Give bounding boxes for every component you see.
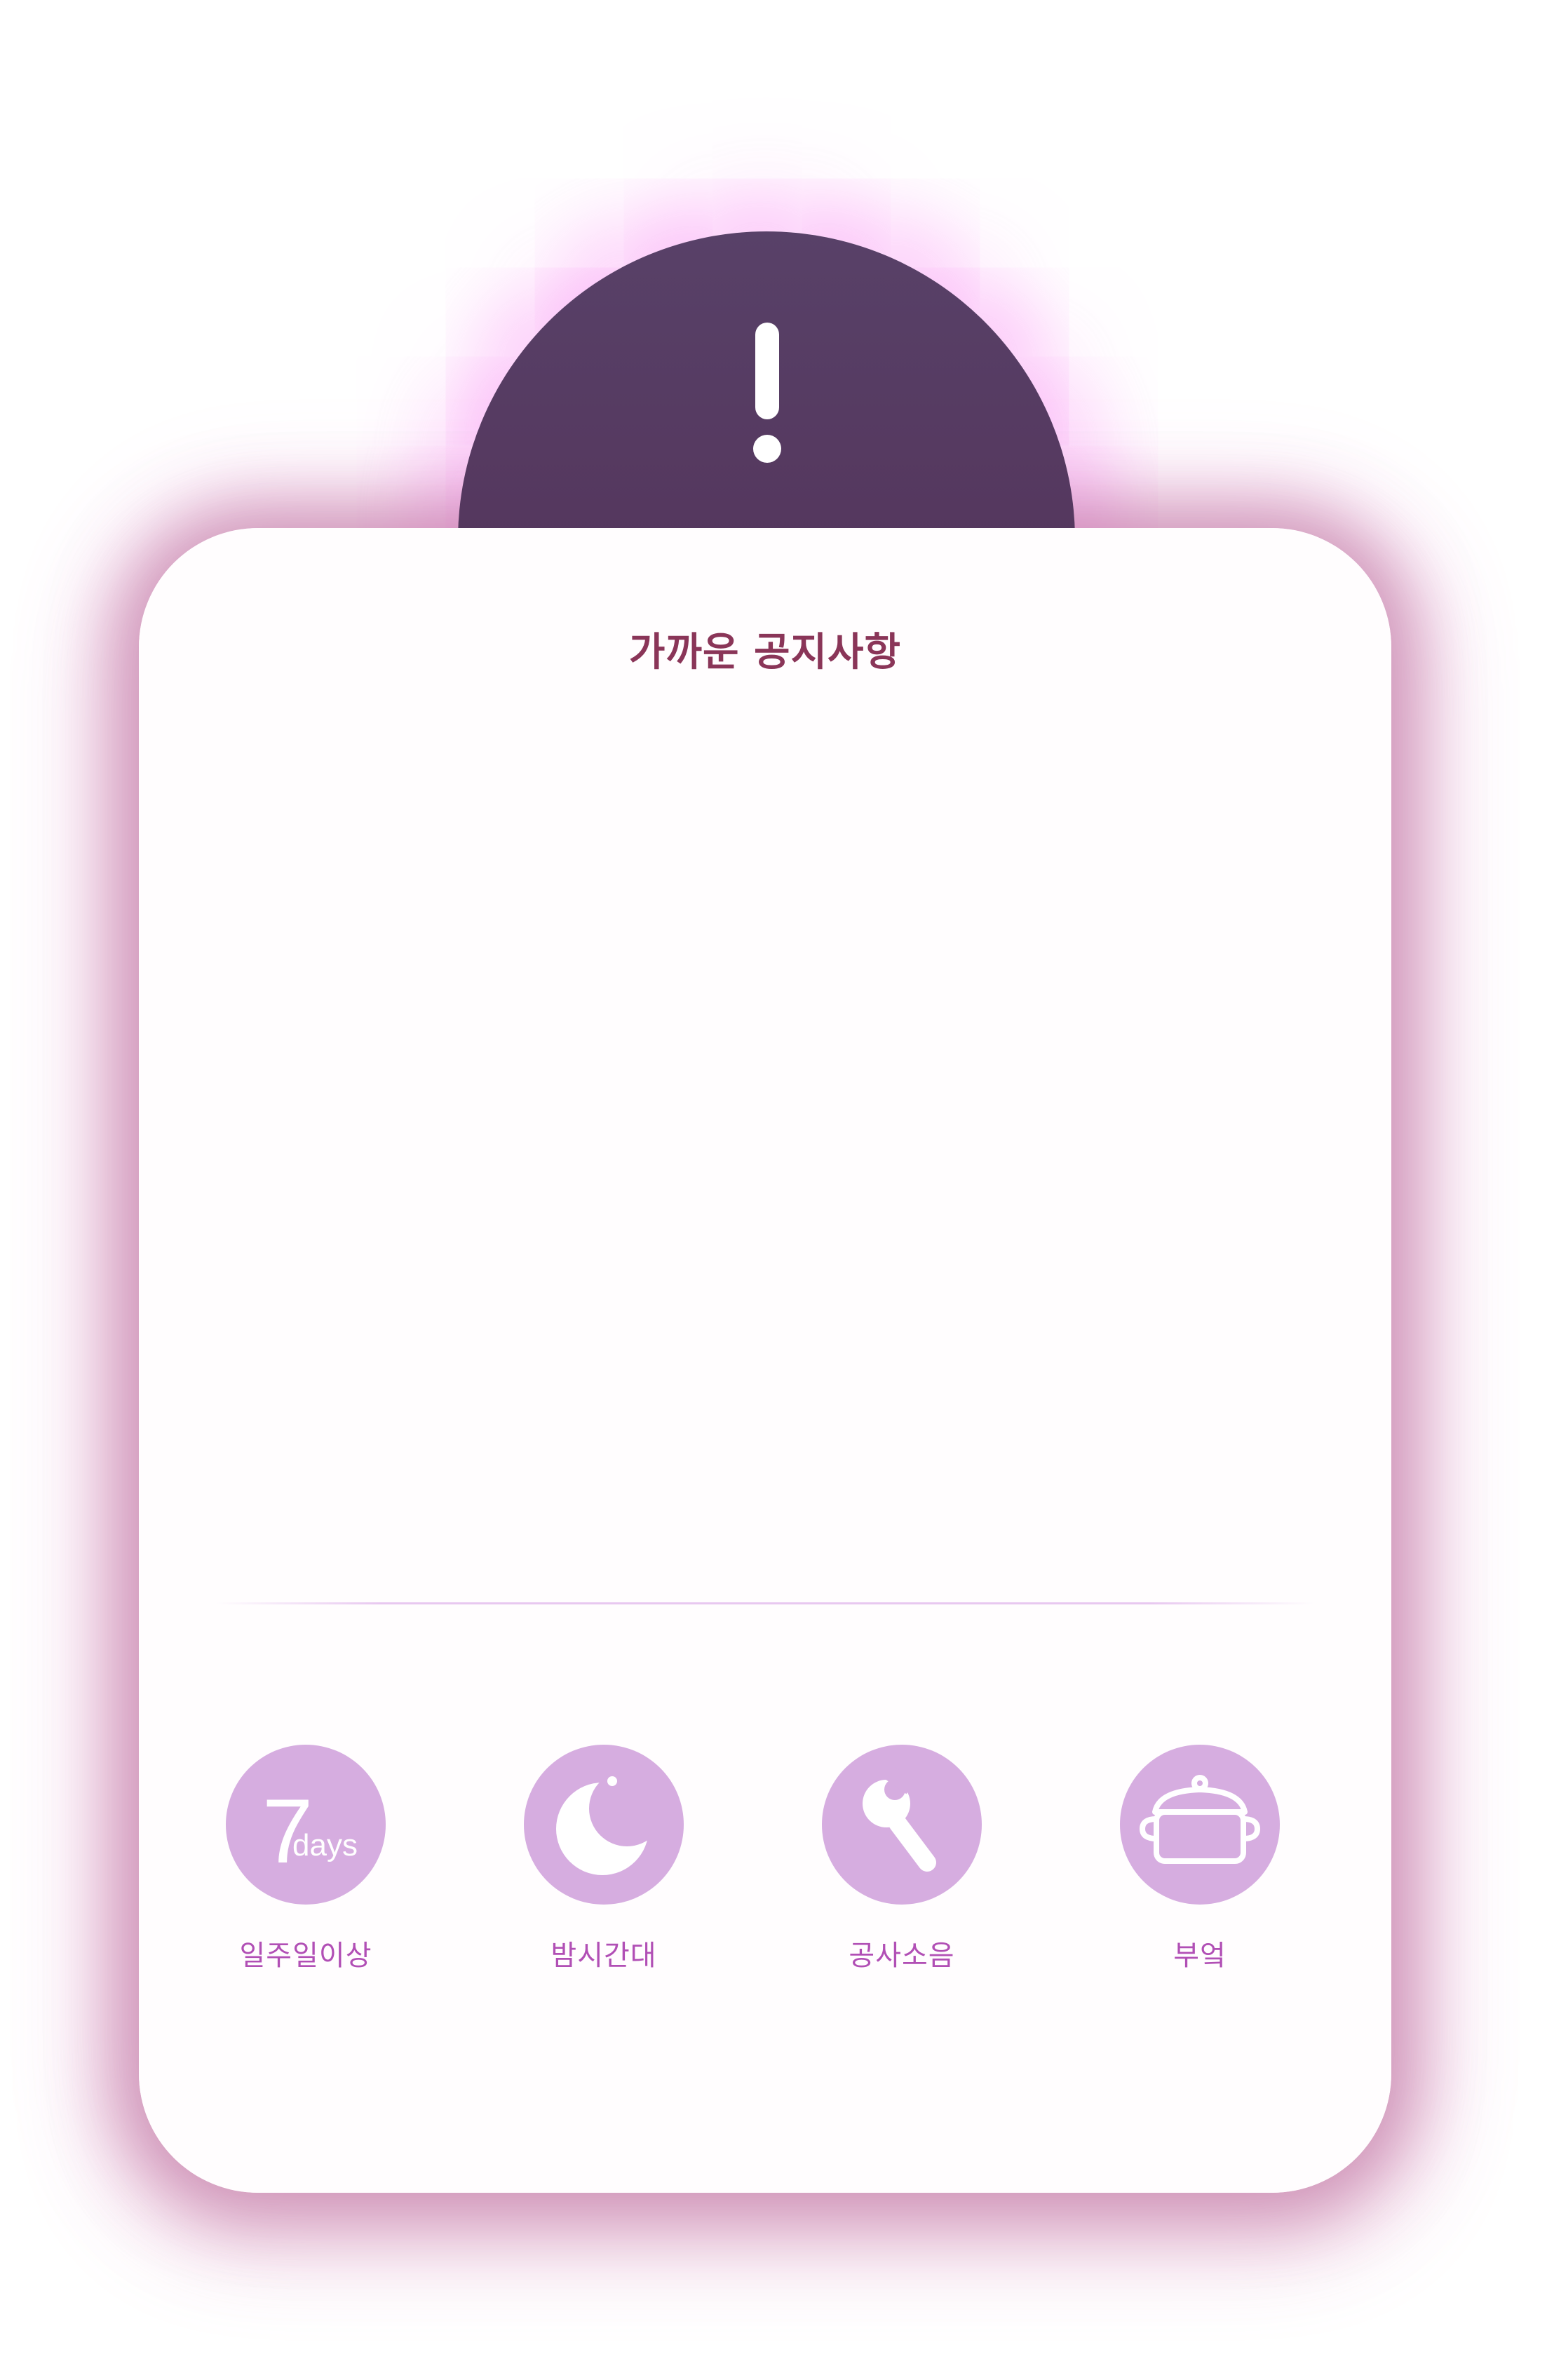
cooking-pot-icon	[1120, 1745, 1280, 1905]
7-days-icon-text: days	[292, 1828, 358, 1862]
category-label: 일주일이상	[239, 1940, 372, 1972]
wrench-icon	[822, 1745, 982, 1905]
notice-card: 가까운 공지사항 7 days 일주일이상 밤시간대 공사소음 부엌	[139, 528, 1391, 2193]
category-week[interactable]: 7 days 일주일이상	[201, 1745, 411, 1973]
divider	[216, 1602, 1314, 1604]
category-kitchen[interactable]: 부엌	[1095, 1745, 1305, 1973]
moon-icon	[524, 1745, 684, 1905]
category-list: 7 days 일주일이상 밤시간대 공사소음 부엌	[139, 1745, 1391, 1972]
card-title: 가까운 공지사항	[628, 630, 902, 675]
category-construction[interactable]: 공사소음	[797, 1745, 1007, 1973]
category-label: 부엌	[1173, 1940, 1227, 1972]
7-days-icon: 7 days	[226, 1745, 386, 1905]
exclamation-icon	[753, 323, 781, 463]
category-label: 밤시간대	[550, 1940, 657, 1972]
category-label: 공사소음	[849, 1940, 955, 1972]
category-night[interactable]: 밤시간대	[499, 1745, 709, 1973]
